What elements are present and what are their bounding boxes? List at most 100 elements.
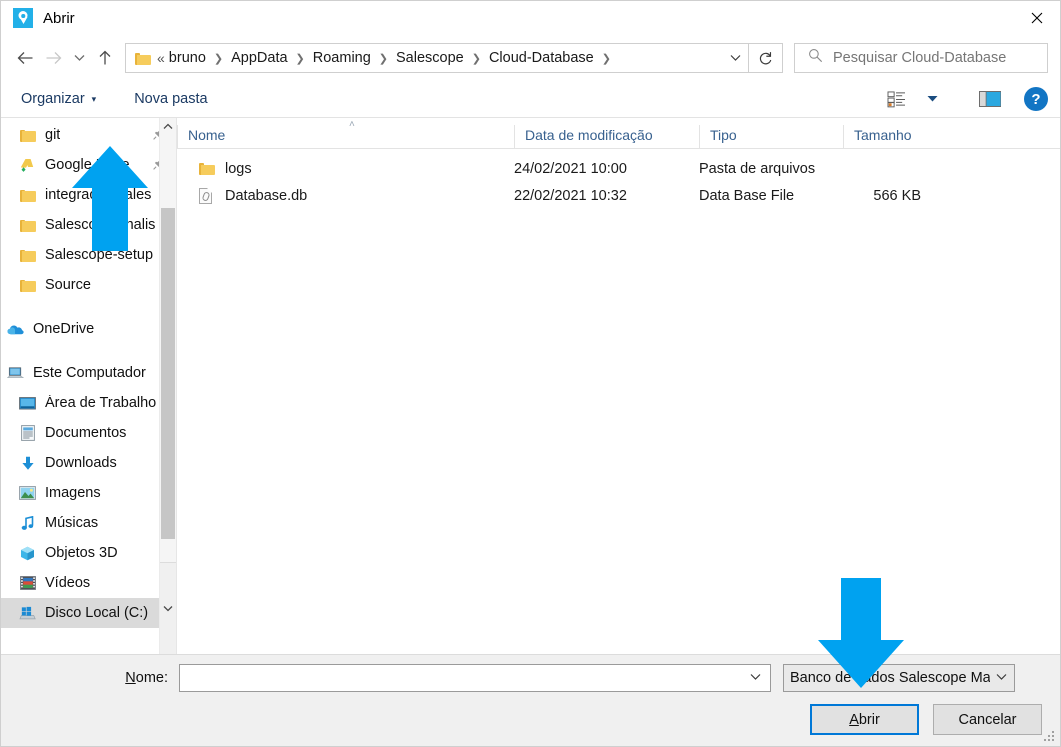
table-row[interactable]: Database.db 22/02/2021 10:32 Data Base Fil… [177, 182, 1060, 209]
preview-pane-button[interactable] [974, 85, 1006, 113]
address-bar[interactable]: « bruno ❯ AppData ❯ Roaming ❯ Salescope … [125, 43, 749, 73]
videos-icon [19, 575, 36, 591]
sidebar-scrollbar[interactable] [159, 118, 176, 654]
breadcrumb-item-4[interactable]: Cloud-Database [488, 50, 595, 66]
dialog-footer: Nome: Banco de dados Salescope Map Abrir… [1, 578, 1060, 746]
scroll-up-button[interactable] [160, 118, 176, 135]
file-name-cell[interactable]: logs [177, 161, 514, 177]
chevron-down-icon[interactable] [990, 672, 1012, 684]
breadcrumb-separator-icon[interactable]: ❯ [214, 52, 223, 65]
database-file-icon [199, 187, 216, 204]
breadcrumb-item-1[interactable]: AppData [230, 50, 288, 66]
back-button[interactable] [11, 43, 39, 73]
file-name-cell[interactable]: Database.db [177, 187, 514, 204]
column-header-tamanho[interactable]: Tamanho [843, 125, 945, 148]
chevron-up-icon [163, 123, 173, 129]
column-header-label: Nome [188, 127, 226, 143]
column-header-label: Tipo [710, 127, 737, 143]
local-disk-icon [19, 605, 36, 621]
search-input[interactable]: Pesquisar Cloud-Database [833, 50, 1006, 66]
open-button-accel: A [849, 711, 859, 728]
breadcrumb-separator-icon[interactable]: ❯ [296, 52, 305, 65]
toolbar-right-group: ? [880, 85, 1048, 113]
sidebar-item-v-deos[interactable]: Vídeos [1, 568, 176, 598]
command-toolbar: Organizar ▾ Nova pasta ? [1, 81, 1060, 118]
new-folder-button[interactable]: Nova pasta [134, 91, 207, 107]
view-options-button[interactable] [880, 85, 912, 113]
file-name-label: Nome: [1, 670, 179, 686]
file-date-cell: 24/02/2021 10:00 [514, 160, 627, 177]
organize-label: Organizar [21, 91, 85, 107]
downloads-icon [19, 455, 36, 471]
sidebar-item-source[interactable]: Source [1, 270, 176, 300]
breadcrumb: « bruno ❯ AppData ❯ Roaming ❯ Salescope … [156, 50, 722, 66]
address-dropdown-button[interactable] [722, 44, 748, 72]
sidebar-item-rea-de-trabalho[interactable]: Área de Trabalho [1, 388, 176, 418]
sidebar-item-onedrive[interactable]: OneDrive [1, 314, 176, 344]
column-header-data-de-modifica-o[interactable]: Data de modificação [514, 125, 699, 148]
column-header-tipo[interactable]: Tipo [699, 125, 843, 148]
sidebar-item-imagens[interactable]: Imagens [1, 478, 176, 508]
sidebar-scrollbar-thumb[interactable] [161, 208, 175, 539]
folder-icon [19, 217, 36, 233]
sidebar-item-label: Músicas [45, 515, 99, 531]
desktop-icon [19, 395, 36, 411]
folder-icon [19, 277, 36, 293]
chevron-down-icon[interactable] [744, 672, 766, 684]
help-label: ? [1031, 90, 1041, 108]
sort-ascending-icon: ˄ [349, 119, 355, 130]
cancel-button[interactable]: Cancelar [933, 704, 1042, 735]
folder-icon [199, 162, 216, 175]
onedrive-cloud-icon [7, 321, 24, 337]
breadcrumb-separator-icon[interactable]: ❯ [602, 52, 611, 65]
breadcrumb-separator-icon[interactable]: ❯ [379, 52, 388, 65]
sidebar-item-documentos[interactable]: Documentos [1, 418, 176, 448]
arrow-left-icon [17, 52, 32, 64]
file-name-text: Database.db [225, 187, 308, 204]
file-name-input[interactable] [186, 665, 744, 691]
sidebar-item-downloads[interactable]: Downloads [1, 448, 176, 478]
sidebar-item-disco-local-c[interactable]: Disco Local (C:) [1, 598, 176, 628]
file-name-combo[interactable] [179, 664, 771, 692]
up-button[interactable] [91, 43, 119, 73]
open-file-dialog: Abrir « bruno ❯ AppData ❯ Roaming ❯ Sale… [0, 0, 1061, 747]
table-row[interactable]: logs 24/02/2021 10:00 Pasta de arquivos [177, 155, 1060, 182]
sidebar-item-m-sicas[interactable]: Músicas [1, 508, 176, 538]
search-box[interactable]: Pesquisar Cloud-Database [794, 43, 1048, 73]
help-button[interactable]: ? [1024, 87, 1048, 111]
arrow-pointing-to-file-type-combo [818, 578, 904, 688]
forward-button[interactable] [39, 43, 67, 73]
sidebar-item-este-computador[interactable]: Este Computador [1, 358, 176, 388]
sidebar-item-label: OneDrive [33, 321, 95, 337]
arrow-right-icon [46, 52, 61, 64]
dialog-buttons: Abrir Cancelar [810, 704, 1042, 735]
chevron-down-icon [163, 606, 173, 612]
view-options-dropdown[interactable] [916, 85, 948, 113]
scroll-down-button[interactable] [160, 562, 176, 654]
sidebar-item-label: Vídeos [45, 575, 91, 591]
close-button[interactable] [1014, 1, 1060, 35]
file-type-cell: Data Base File [699, 187, 795, 204]
sidebar-item-objetos-3d[interactable]: Objetos 3D [1, 538, 176, 568]
breadcrumb-item-2[interactable]: Roaming [312, 50, 372, 66]
music-icon [19, 515, 36, 531]
refresh-button[interactable] [749, 43, 783, 73]
new-folder-label: Nova pasta [134, 91, 208, 107]
cancel-button-label: Cancelar [958, 711, 1017, 728]
open-button[interactable]: Abrir [810, 704, 919, 735]
file-size-cell: 566 KB [873, 187, 921, 204]
organize-button[interactable]: Organizar ▾ [21, 91, 96, 107]
file-name-label-accel: N [125, 670, 136, 686]
resize-grip-icon[interactable] [1044, 731, 1056, 743]
folder-icon [135, 52, 151, 65]
breadcrumb-separator-icon[interactable]: ❯ [472, 52, 481, 65]
file-date-cell: 22/02/2021 10:32 [514, 187, 627, 204]
window-title: Abrir [43, 9, 75, 27]
breadcrumb-overflow[interactable]: « [156, 50, 165, 66]
column-header-nome[interactable]: Nome [177, 125, 514, 148]
recent-locations-button[interactable] [67, 43, 91, 73]
breadcrumb-item-3[interactable]: Salescope [395, 50, 465, 66]
breadcrumb-item-0[interactable]: bruno [168, 50, 207, 66]
search-icon [808, 48, 823, 68]
refresh-icon [759, 51, 772, 64]
